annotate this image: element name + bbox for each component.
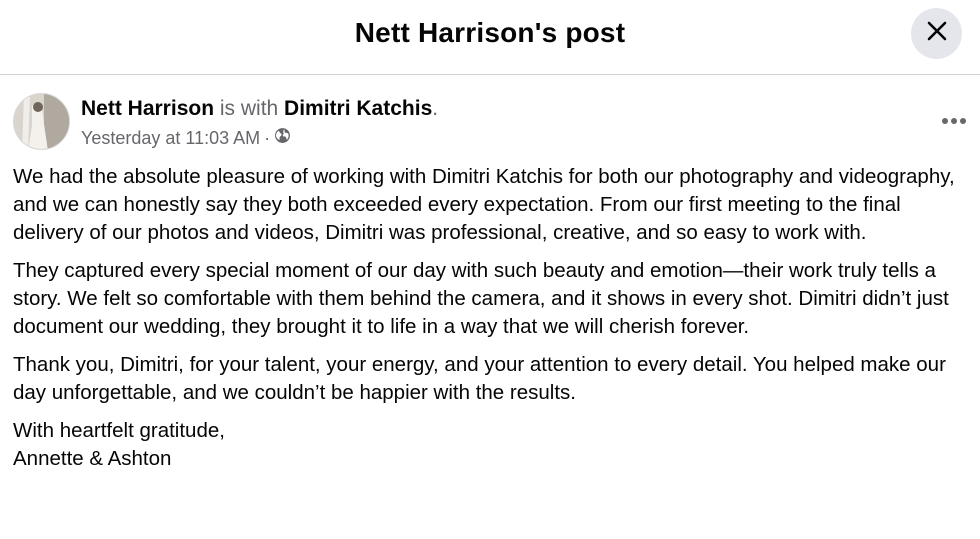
post-body: We had the absolute pleasure of working … [13,163,973,473]
signoff-names: Annette & Ashton [13,447,172,470]
author-name-link[interactable]: Nett Harrison [81,97,214,120]
post-paragraph: Thank you, Dimitri, for your talent, you… [13,353,946,404]
timestamp-link[interactable]: Yesterday at 11:03 AM [81,128,260,149]
post-paragraph: We had the absolute pleasure of working … [13,165,955,244]
post-author-line: Nett Harrison is with Dimitri Katchis. [81,97,438,121]
more-options-button[interactable] [934,109,974,133]
meta-separator: · [264,127,271,148]
post-meta: Yesterday at 11:03 AM · [81,127,291,149]
with-text: is with [214,97,285,120]
post-signoff: With heartfelt gratitude, Annette & Ashto… [13,417,973,473]
tagged-person-link[interactable]: Dimitri Katchis [284,97,432,120]
more-horizontal-icon [941,112,967,130]
close-icon [925,19,949,48]
period-text: . [432,97,439,120]
close-button[interactable] [911,8,962,59]
globe-icon[interactable] [274,127,291,149]
avatar[interactable] [13,93,70,150]
post-header: Nett Harrison is with Dimitri Katchis. Y… [13,93,980,153]
dialog-title: Nett Harrison's post [354,17,626,48]
post-dialog-header: Nett Harrison's post [0,0,980,75]
post-paragraph: They captured every special moment of ou… [13,259,949,338]
signoff-line: With heartfelt gratitude, [13,419,225,442]
